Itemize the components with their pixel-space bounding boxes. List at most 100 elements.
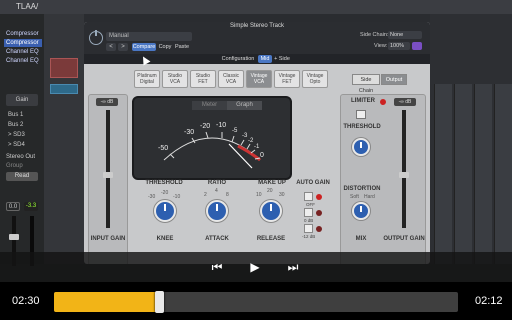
- threshold-knob[interactable]: [154, 200, 176, 222]
- model-classic-vca[interactable]: Classic VCA: [218, 70, 244, 88]
- mixer-strips: [430, 14, 512, 264]
- model-studio-fet[interactable]: Studio FET: [190, 70, 216, 88]
- power-icon[interactable]: [89, 30, 103, 45]
- view-zoom-select[interactable]: 100%: [388, 42, 410, 50]
- ratio-label: RATIO: [207, 180, 227, 186]
- meter-tick-label: -50: [158, 145, 168, 152]
- config-side-button[interactable]: + Side: [273, 55, 291, 63]
- gain-button[interactable]: Gain: [6, 94, 38, 106]
- distortion-knob[interactable]: [352, 202, 370, 220]
- output-label[interactable]: Stereo Out: [6, 154, 35, 160]
- meter-dial-svg: -50 -30 -20 -10 -5 -3 -2 -1 0: [158, 122, 264, 169]
- plugin-slot-1[interactable]: Compressor: [4, 30, 42, 38]
- meter-tick-label: -30: [184, 129, 194, 136]
- limiter-threshold-knob[interactable]: [352, 138, 370, 156]
- ratio-scale-label: 4: [215, 188, 218, 194]
- distortion-soft-label: Soft: [350, 194, 359, 200]
- preset-menu[interactable]: Manual: [106, 32, 192, 41]
- limiter-toggle[interactable]: [356, 110, 366, 119]
- threshold-scale-label: -30: [148, 194, 156, 200]
- track-title: TLAA/: [16, 2, 39, 11]
- ratio-scale-label: 2: [204, 192, 207, 198]
- knee-label: KNEE: [156, 236, 174, 242]
- model-vintage-vca[interactable]: Vintage VCA: [246, 70, 272, 88]
- limiter-threshold-label: THRESHOLD: [343, 124, 381, 130]
- group-label[interactable]: Group: [6, 163, 23, 169]
- send-sd3[interactable]: > SD3: [8, 132, 25, 138]
- elapsed-time: 02:30: [12, 295, 40, 307]
- meter-tick-label: -20: [200, 123, 210, 130]
- channel-strip: Compressor Compressor Channel EQ Channel…: [0, 14, 44, 266]
- configuration-label: Configuration: [221, 56, 255, 62]
- makeup-knob[interactable]: [260, 200, 282, 222]
- paste-button[interactable]: Paste: [174, 43, 190, 51]
- ratio-knob[interactable]: [206, 200, 228, 222]
- next-icon[interactable]: ⏭: [285, 259, 301, 275]
- side-chain-select[interactable]: None: [388, 31, 422, 39]
- makeup-scale-label: 20: [267, 188, 273, 194]
- auto-gain-12db-button[interactable]: [304, 224, 313, 233]
- auto-gain-off-button[interactable]: [304, 192, 313, 201]
- automation-mode[interactable]: Read: [6, 172, 38, 181]
- input-gain-fader[interactable]: [106, 110, 110, 228]
- meter-tick-label: -5: [232, 128, 238, 134]
- next-preset-button[interactable]: >: [118, 43, 128, 51]
- send-sd4[interactable]: > SD4: [8, 142, 25, 148]
- output-gain-fader[interactable]: [402, 110, 406, 228]
- output-gain-fader-cap[interactable]: [399, 172, 409, 178]
- view-label: View:: [374, 43, 388, 49]
- makeup-scale-label: 10: [256, 192, 262, 198]
- play-icon[interactable]: ▶: [247, 259, 263, 275]
- limiter-led: [380, 99, 386, 105]
- meter-tick-label: -1: [254, 144, 260, 150]
- volume-fader-cap[interactable]: [9, 234, 19, 240]
- distortion-hard-label: Hard: [364, 194, 375, 200]
- audio-region[interactable]: [50, 84, 78, 94]
- audio-region[interactable]: [50, 58, 78, 78]
- meter-tick-label: 0: [260, 152, 264, 159]
- model-vintage-opto[interactable]: Vintage Opto: [302, 70, 328, 88]
- meter-tick-label: -10: [216, 122, 226, 129]
- prev-preset-button[interactable]: <: [106, 43, 116, 51]
- limiter-label: LIMITER: [351, 98, 375, 104]
- link-icon[interactable]: [412, 42, 422, 50]
- auto-gain-12db-label: -12 dB: [302, 234, 316, 239]
- plugin-header: Simple Stereo Track Manual < > Compare C…: [84, 22, 430, 64]
- level-right: -3.3: [24, 202, 38, 211]
- remaining-time: 02:12: [475, 295, 503, 307]
- auto-gain-0db-button[interactable]: [304, 208, 313, 217]
- compressor-plugin-window: Simple Stereo Track Manual < > Compare C…: [84, 22, 430, 264]
- plugin-slot-4[interactable]: Channel EQ: [4, 57, 42, 65]
- send-bus-2[interactable]: Bus 2: [8, 122, 23, 128]
- daw-toolbar: TLAA/: [0, 0, 512, 14]
- attack-label: ATTACK: [205, 236, 229, 242]
- threshold-scale-label: -20: [161, 190, 169, 196]
- makeup-scale-label: 30: [279, 192, 285, 198]
- side-chain-button[interactable]: Side Chain: [352, 74, 380, 94]
- input-gain-fader-cap[interactable]: [103, 172, 113, 178]
- model-vintage-fet[interactable]: Vintage FET: [274, 70, 300, 88]
- release-label: RELEASE: [256, 236, 286, 242]
- progress-fill: [54, 292, 160, 312]
- auto-gain-label: AUTO GAIN: [296, 180, 330, 186]
- previous-icon[interactable]: ⏮: [209, 259, 225, 275]
- progress-track[interactable]: [54, 292, 458, 312]
- side-chain-label: Side Chain:: [360, 32, 389, 38]
- output-db-readout: -∞ dB: [394, 98, 416, 106]
- mix-label: MIX: [355, 236, 367, 242]
- send-bus-1[interactable]: Bus 1: [8, 112, 23, 118]
- level-left: 0.0: [6, 202, 20, 211]
- copy-button[interactable]: Copy: [158, 43, 172, 51]
- model-platinum-digital[interactable]: Platinum Digital: [134, 70, 160, 88]
- model-studio-vca[interactable]: Studio VCA: [162, 70, 188, 88]
- plugin-slot-3[interactable]: Channel EQ: [4, 48, 42, 56]
- plugin-window-title: Simple Stereo Track: [229, 23, 285, 29]
- config-mid-button[interactable]: Mid: [258, 55, 272, 63]
- configuration-bar: Configuration Mid + Side: [84, 54, 430, 64]
- plugin-slot-2[interactable]: Compressor: [4, 39, 42, 47]
- track-lane: [44, 14, 84, 264]
- mixer-channel: [474, 84, 492, 264]
- progress-thumb[interactable]: [155, 291, 165, 313]
- output-button[interactable]: Output: [381, 74, 407, 85]
- compare-button[interactable]: Compare: [132, 43, 156, 51]
